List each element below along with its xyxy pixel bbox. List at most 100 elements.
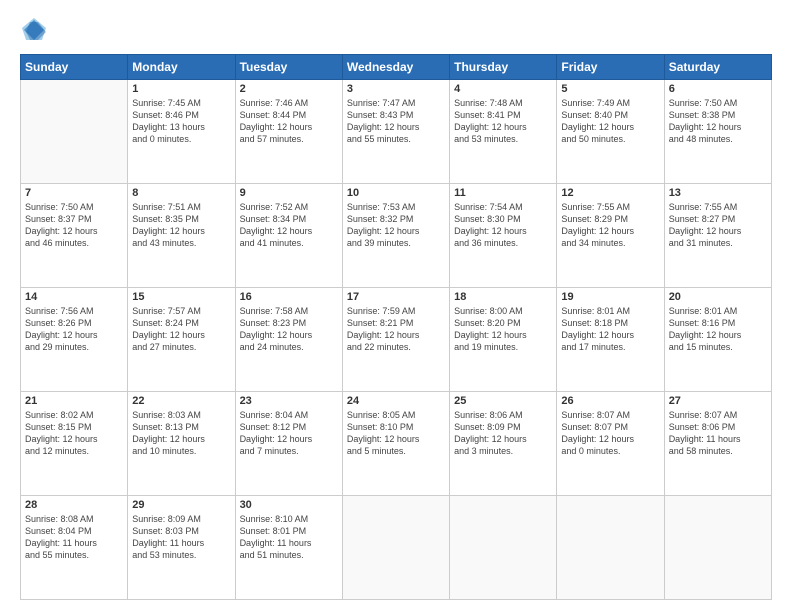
day-number: 26 (561, 395, 659, 407)
logo-icon (20, 16, 48, 44)
cell-info: Sunrise: 8:07 AM Sunset: 8:07 PM Dayligh… (561, 409, 659, 458)
day-number: 13 (669, 187, 767, 199)
calendar-cell: 25 Sunrise: 8:06 AM Sunset: 8:09 PM Dayli… (450, 392, 557, 496)
weekday-header-row: SundayMondayTuesdayWednesdayThursdayFrid… (21, 55, 772, 80)
day-number: 9 (240, 187, 338, 199)
calendar-cell: 1 Sunrise: 7:45 AM Sunset: 8:46 PM Daylig… (128, 80, 235, 184)
calendar-table: SundayMondayTuesdayWednesdayThursdayFrid… (20, 54, 772, 600)
calendar-cell: 14Sunrise: 7:56 AM Sunset: 8:26 PM Dayli… (21, 288, 128, 392)
day-number: 16 (240, 291, 338, 303)
cell-info: Sunrise: 8:01 AM Sunset: 8:18 PM Dayligh… (561, 305, 659, 354)
calendar-week-4: 28 Sunrise: 8:08 AM Sunset: 8:04 PM Dayli… (21, 496, 772, 600)
cell-info: Sunrise: 7:49 AM Sunset: 8:40 PM Dayligh… (561, 97, 659, 146)
calendar-cell: 6 Sunrise: 7:50 AM Sunset: 8:38 PM Daylig… (664, 80, 771, 184)
cell-info: Sunrise: 7:50 AM Sunset: 8:37 PM Dayligh… (25, 201, 123, 250)
calendar-cell: 18 Sunrise: 8:00 AM Sunset: 8:20 PM Dayli… (450, 288, 557, 392)
weekday-header-tuesday: Tuesday (235, 55, 342, 80)
calendar-cell: 10 Sunrise: 7:53 AM Sunset: 8:32 PM Dayli… (342, 184, 449, 288)
calendar-week-0: 1 Sunrise: 7:45 AM Sunset: 8:46 PM Daylig… (21, 80, 772, 184)
cell-info: Sunrise: 8:10 AM Sunset: 8:01 PM Dayligh… (240, 513, 338, 562)
day-number: 23 (240, 395, 338, 407)
day-number: 2 (240, 83, 338, 95)
page: SundayMondayTuesdayWednesdayThursdayFrid… (0, 0, 792, 612)
calendar-cell (450, 496, 557, 600)
cell-info: Sunrise: 7:45 AM Sunset: 8:46 PM Dayligh… (132, 97, 230, 146)
day-number: 19 (561, 291, 659, 303)
calendar-cell: 17 Sunrise: 7:59 AM Sunset: 8:21 PM Dayli… (342, 288, 449, 392)
day-number: 22 (132, 395, 230, 407)
calendar-cell: 22 Sunrise: 8:03 AM Sunset: 8:13 PM Dayli… (128, 392, 235, 496)
cell-info: Sunrise: 8:02 AM Sunset: 8:15 PM Dayligh… (25, 409, 123, 458)
day-number: 5 (561, 83, 659, 95)
calendar-cell (21, 80, 128, 184)
day-number: 18 (454, 291, 552, 303)
calendar-cell: 27 Sunrise: 8:07 AM Sunset: 8:06 PM Dayli… (664, 392, 771, 496)
cell-info: Sunrise: 8:03 AM Sunset: 8:13 PM Dayligh… (132, 409, 230, 458)
cell-info: Sunrise: 8:05 AM Sunset: 8:10 PM Dayligh… (347, 409, 445, 458)
cell-info: Sunrise: 8:01 AM Sunset: 8:16 PM Dayligh… (669, 305, 767, 354)
day-number: 15 (132, 291, 230, 303)
cell-info: Sunrise: 8:08 AM Sunset: 8:04 PM Dayligh… (25, 513, 123, 562)
day-number: 4 (454, 83, 552, 95)
calendar-cell: 4Sunrise: 7:48 AM Sunset: 8:41 PM Daylig… (450, 80, 557, 184)
day-number: 3 (347, 83, 445, 95)
cell-info: Sunrise: 7:58 AM Sunset: 8:23 PM Dayligh… (240, 305, 338, 354)
calendar-week-1: 7 Sunrise: 7:50 AM Sunset: 8:37 PM Daylig… (21, 184, 772, 288)
cell-info: Sunrise: 7:53 AM Sunset: 8:32 PM Dayligh… (347, 201, 445, 250)
day-number: 28 (25, 499, 123, 511)
day-number: 27 (669, 395, 767, 407)
calendar-cell: 12 Sunrise: 7:55 AM Sunset: 8:29 PM Dayli… (557, 184, 664, 288)
calendar-cell: 30 Sunrise: 8:10 AM Sunset: 8:01 PM Dayli… (235, 496, 342, 600)
cell-info: Sunrise: 7:55 AM Sunset: 8:29 PM Dayligh… (561, 201, 659, 250)
day-number: 6 (669, 83, 767, 95)
calendar-cell: 8Sunrise: 7:51 AM Sunset: 8:35 PM Daylig… (128, 184, 235, 288)
day-number: 30 (240, 499, 338, 511)
calendar-cell (664, 496, 771, 600)
day-number: 17 (347, 291, 445, 303)
cell-info: Sunrise: 7:46 AM Sunset: 8:44 PM Dayligh… (240, 97, 338, 146)
calendar-week-3: 21Sunrise: 8:02 AM Sunset: 8:15 PM Dayli… (21, 392, 772, 496)
cell-info: Sunrise: 7:54 AM Sunset: 8:30 PM Dayligh… (454, 201, 552, 250)
calendar-cell: 9 Sunrise: 7:52 AM Sunset: 8:34 PM Daylig… (235, 184, 342, 288)
cell-info: Sunrise: 7:56 AM Sunset: 8:26 PM Dayligh… (25, 305, 123, 354)
header (20, 16, 772, 44)
calendar-cell: 23Sunrise: 8:04 AM Sunset: 8:12 PM Dayli… (235, 392, 342, 496)
cell-info: Sunrise: 7:51 AM Sunset: 8:35 PM Dayligh… (132, 201, 230, 250)
calendar-cell: 29Sunrise: 8:09 AM Sunset: 8:03 PM Dayli… (128, 496, 235, 600)
cell-info: Sunrise: 7:50 AM Sunset: 8:38 PM Dayligh… (669, 97, 767, 146)
cell-info: Sunrise: 7:52 AM Sunset: 8:34 PM Dayligh… (240, 201, 338, 250)
cell-info: Sunrise: 8:06 AM Sunset: 8:09 PM Dayligh… (454, 409, 552, 458)
calendar-cell: 26 Sunrise: 8:07 AM Sunset: 8:07 PM Dayli… (557, 392, 664, 496)
calendar-cell: 7 Sunrise: 7:50 AM Sunset: 8:37 PM Daylig… (21, 184, 128, 288)
cell-info: Sunrise: 7:55 AM Sunset: 8:27 PM Dayligh… (669, 201, 767, 250)
calendar-cell (557, 496, 664, 600)
cell-info: Sunrise: 8:07 AM Sunset: 8:06 PM Dayligh… (669, 409, 767, 458)
day-number: 10 (347, 187, 445, 199)
cell-info: Sunrise: 7:59 AM Sunset: 8:21 PM Dayligh… (347, 305, 445, 354)
cell-info: Sunrise: 8:09 AM Sunset: 8:03 PM Dayligh… (132, 513, 230, 562)
weekday-header-wednesday: Wednesday (342, 55, 449, 80)
calendar-cell: 11 Sunrise: 7:54 AM Sunset: 8:30 PM Dayli… (450, 184, 557, 288)
calendar-cell (342, 496, 449, 600)
calendar-cell: 13 Sunrise: 7:55 AM Sunset: 8:27 PM Dayli… (664, 184, 771, 288)
weekday-header-monday: Monday (128, 55, 235, 80)
calendar-cell: 5 Sunrise: 7:49 AM Sunset: 8:40 PM Daylig… (557, 80, 664, 184)
calendar-cell: 28 Sunrise: 8:08 AM Sunset: 8:04 PM Dayli… (21, 496, 128, 600)
calendar-cell: 24 Sunrise: 8:05 AM Sunset: 8:10 PM Dayli… (342, 392, 449, 496)
weekday-header-friday: Friday (557, 55, 664, 80)
calendar-cell: 20 Sunrise: 8:01 AM Sunset: 8:16 PM Dayli… (664, 288, 771, 392)
day-number: 20 (669, 291, 767, 303)
calendar-cell: 16 Sunrise: 7:58 AM Sunset: 8:23 PM Dayli… (235, 288, 342, 392)
day-number: 7 (25, 187, 123, 199)
weekday-header-thursday: Thursday (450, 55, 557, 80)
day-number: 12 (561, 187, 659, 199)
day-number: 24 (347, 395, 445, 407)
day-number: 11 (454, 187, 552, 199)
day-number: 25 (454, 395, 552, 407)
cell-info: Sunrise: 8:00 AM Sunset: 8:20 PM Dayligh… (454, 305, 552, 354)
cell-info: Sunrise: 7:47 AM Sunset: 8:43 PM Dayligh… (347, 97, 445, 146)
cell-info: Sunrise: 7:57 AM Sunset: 8:24 PM Dayligh… (132, 305, 230, 354)
calendar-week-2: 14Sunrise: 7:56 AM Sunset: 8:26 PM Dayli… (21, 288, 772, 392)
day-number: 1 (132, 83, 230, 95)
weekday-header-saturday: Saturday (664, 55, 771, 80)
